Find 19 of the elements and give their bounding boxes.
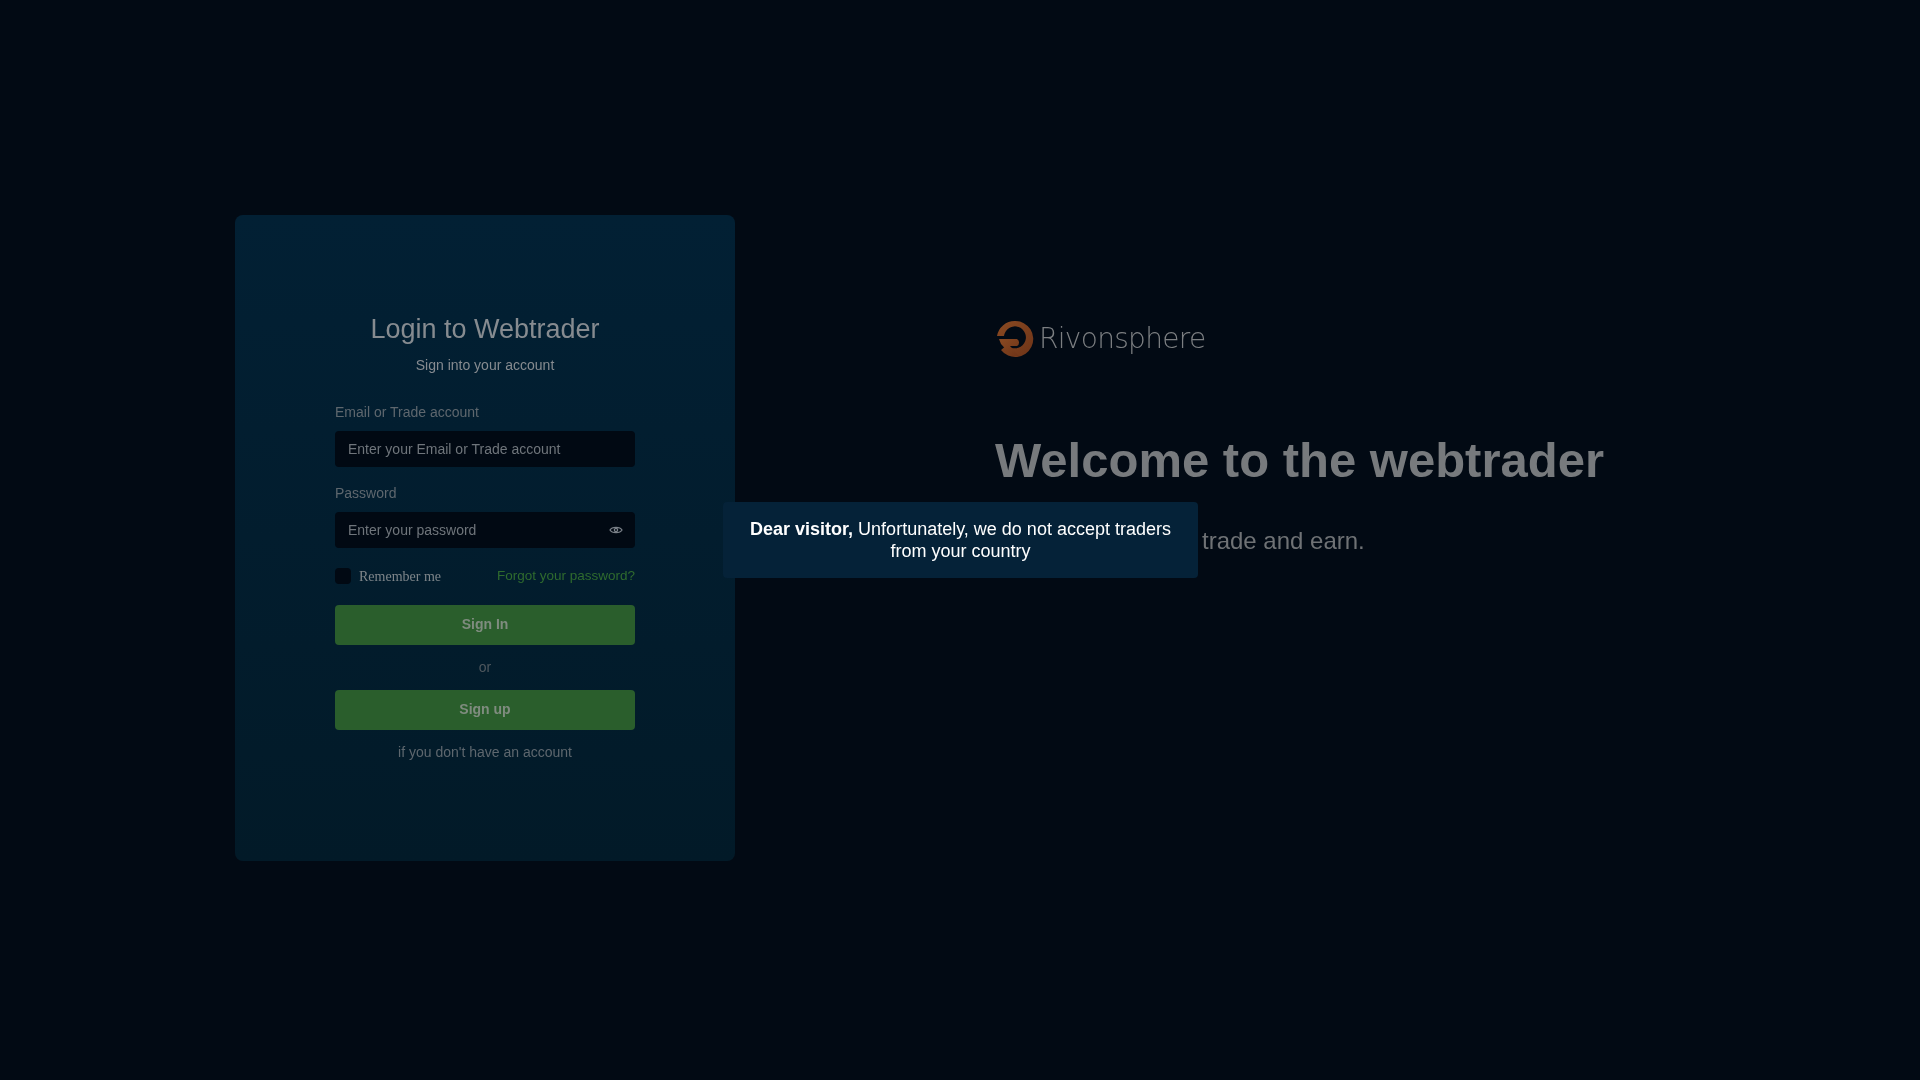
sign-in-button[interactable]: Sign In — [335, 604, 635, 645]
welcome-subheading: trade and earn. — [1202, 526, 1366, 556]
email-field[interactable]: Enter your Email or Trade account — [335, 430, 635, 467]
notice-text: Dear visitor, Unfortunately, we do not accept traders from your country — [749, 518, 1172, 562]
logo-icon — [995, 319, 1035, 359]
sign-up-button[interactable]: Sign up — [335, 689, 635, 730]
field-label: Password — [335, 483, 398, 503]
login-subtitle: Sign into your account — [414, 355, 556, 375]
remember-checkbox[interactable] — [335, 568, 351, 585]
field-label: Email or Trade account — [335, 402, 480, 422]
login-title: Login to Webtrader — [369, 313, 601, 346]
password-field[interactable]: Enter your password — [335, 511, 635, 548]
or-separator: or — [478, 657, 492, 677]
brand-name: Rivonsphere — [1039, 321, 1206, 357]
forgot-password-link[interactable]: Forgot your password? — [496, 566, 635, 587]
eye-icon[interactable] — [609, 524, 623, 535]
remember-label: Remember me — [359, 567, 442, 586]
sign-up-hint: if you don't have an account — [398, 742, 572, 762]
welcome-heading: Welcome to the webtrader — [995, 436, 1604, 485]
